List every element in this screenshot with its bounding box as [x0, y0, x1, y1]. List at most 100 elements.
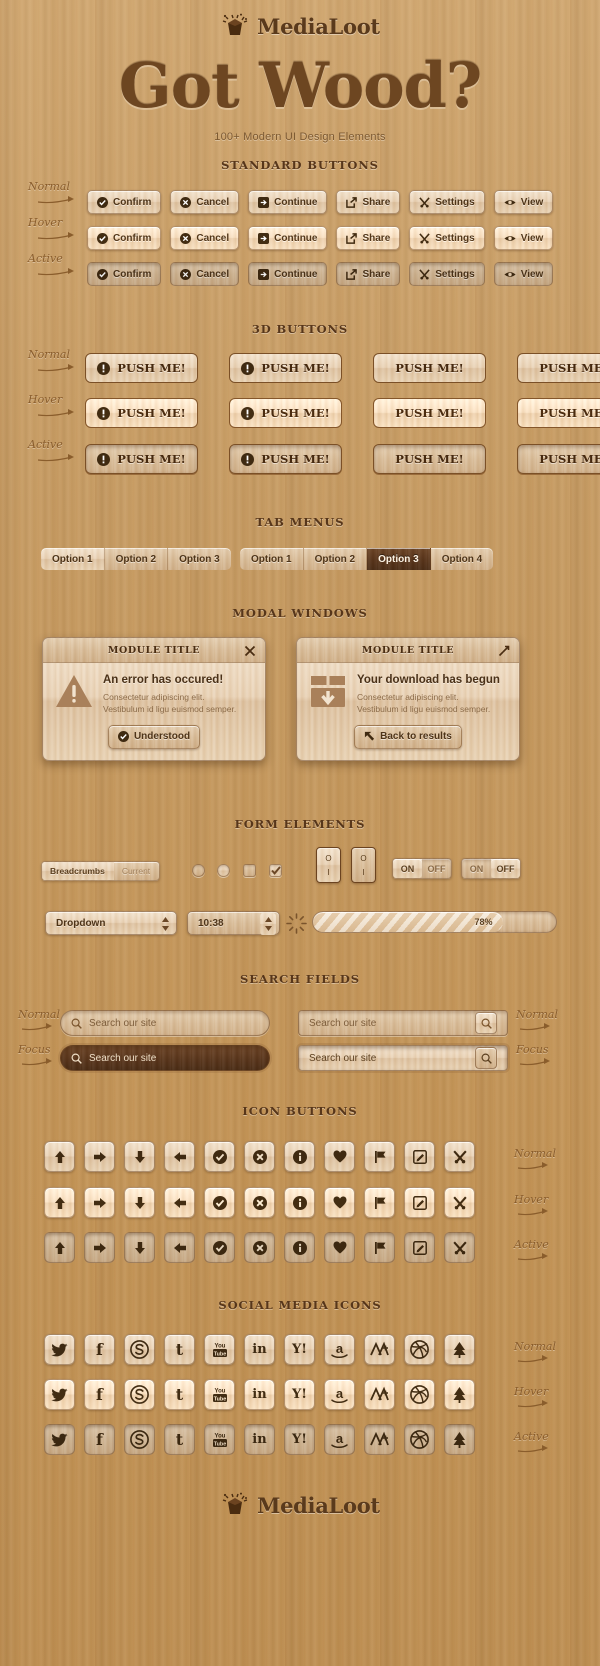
search-button[interactable] [475, 1012, 497, 1034]
social-button-linkedin[interactable]: in [244, 1379, 275, 1410]
push-button[interactable]: PUSH ME! [373, 444, 486, 474]
tab-option-3[interactable]: Option 3 [168, 548, 231, 570]
social-button-youtube[interactable]: You Tube [204, 1334, 235, 1365]
push-button[interactable]: PUSH ME! [373, 398, 486, 428]
button-settings[interactable]: Settings [409, 190, 485, 214]
push-button[interactable]: PUSH ME! [85, 353, 198, 383]
social-button-skype[interactable] [124, 1424, 155, 1455]
breadcrumb-item-first[interactable]: Breadcrumbs [42, 862, 114, 880]
icon-button-flag[interactable] [364, 1187, 395, 1218]
icon-button-info[interactable] [284, 1232, 315, 1263]
icon-button-settings[interactable] [444, 1232, 475, 1263]
button-cancel[interactable]: Cancel [170, 190, 240, 214]
search-button[interactable] [475, 1047, 497, 1069]
tab-option-2[interactable]: Option 2 [304, 548, 368, 570]
button-settings[interactable]: Settings [409, 262, 485, 286]
icon-button-settings[interactable] [444, 1141, 475, 1172]
icon-button-arrow-left[interactable] [164, 1187, 195, 1218]
tab-option-1[interactable]: Option 1 [41, 548, 105, 570]
icon-button-info[interactable] [284, 1187, 315, 1218]
push-button[interactable]: PUSH ME! [229, 353, 342, 383]
icon-button-heart[interactable] [324, 1141, 355, 1172]
push-button[interactable]: PUSH ME! [229, 398, 342, 428]
social-button-twitter[interactable] [44, 1424, 75, 1455]
social-button-amazon[interactable]: a [324, 1379, 355, 1410]
rocker-switch-on[interactable]: O I [316, 847, 341, 883]
social-button-linkedin[interactable]: in [244, 1424, 275, 1455]
tab-option-2[interactable]: Option 2 [105, 548, 169, 570]
button-continue[interactable]: Continue [248, 190, 328, 214]
icon-button-settings[interactable] [444, 1187, 475, 1218]
icon-button-arrow-up[interactable] [44, 1187, 75, 1218]
checkbox-checked[interactable] [269, 864, 282, 877]
rocker-switch-off[interactable]: O I [351, 847, 376, 883]
updown-arrows-icon[interactable] [260, 913, 276, 935]
button-share[interactable]: Share [336, 190, 401, 214]
button-view[interactable]: View [493, 190, 554, 214]
icon-button-arrow-down[interactable] [124, 1232, 155, 1263]
social-button-yahoo[interactable]: Y! [284, 1334, 315, 1365]
toggle-on-selected[interactable]: ON OFF [392, 858, 452, 879]
icon-button-arrow-right[interactable] [84, 1141, 115, 1172]
search-input-focus-pill[interactable]: Search our site [60, 1045, 270, 1071]
push-button[interactable]: PUSH ME! [85, 444, 198, 474]
social-button-tumblr[interactable]: t [164, 1379, 195, 1410]
social-button-addthis[interactable] [364, 1334, 395, 1365]
tab-option-4[interactable]: Option 4 [431, 548, 494, 570]
icon-button-arrow-left[interactable] [164, 1141, 195, 1172]
tab-option-3[interactable]: Option 3 [367, 548, 431, 570]
social-button-facebook[interactable]: f [84, 1334, 115, 1365]
icon-button-cancel[interactable] [244, 1187, 275, 1218]
push-button[interactable]: PUSH ME! [517, 444, 600, 474]
social-button-facebook[interactable]: f [84, 1424, 115, 1455]
icon-button-cancel[interactable] [244, 1232, 275, 1263]
button-continue[interactable]: Continue [248, 226, 328, 250]
push-button[interactable]: PUSH ME! [229, 444, 342, 474]
button-understood[interactable]: Understood [107, 724, 201, 749]
social-button-amazon[interactable]: a [324, 1424, 355, 1455]
social-button-youtube[interactable]: You Tube [204, 1424, 235, 1455]
icon-button-arrow-left[interactable] [164, 1232, 195, 1263]
push-button[interactable]: PUSH ME! [517, 398, 600, 428]
social-button-skype[interactable] [124, 1379, 155, 1410]
icon-button-arrow-down[interactable] [124, 1141, 155, 1172]
toggle-off-selected[interactable]: ON OFF [461, 858, 521, 879]
social-button-addthis[interactable] [364, 1424, 395, 1455]
time-stepper[interactable]: 10:38 [187, 911, 280, 935]
social-button-linkedin[interactable]: in [244, 1334, 275, 1365]
toggle-option-on[interactable]: ON [462, 859, 491, 878]
social-button-facebook[interactable]: f [84, 1379, 115, 1410]
button-settings[interactable]: Settings [409, 226, 485, 250]
icon-button-edit[interactable] [404, 1187, 435, 1218]
button-view[interactable]: View [493, 226, 554, 250]
icon-button-arrow-up[interactable] [44, 1141, 75, 1172]
button-confirm[interactable]: Confirm [87, 190, 162, 214]
social-button-tumblr[interactable]: t [164, 1424, 195, 1455]
social-button-twitter[interactable] [44, 1334, 75, 1365]
dropdown-select[interactable]: Dropdown [45, 911, 177, 935]
social-button-addthis[interactable] [364, 1379, 395, 1410]
social-button-tumblr[interactable]: t [164, 1334, 195, 1365]
toggle-option-on[interactable]: ON [393, 859, 422, 878]
button-share[interactable]: Share [336, 262, 401, 286]
search-input-normal-square[interactable]: Search our site [298, 1010, 508, 1036]
toggle-option-off[interactable]: OFF [491, 859, 520, 878]
social-button-forrst[interactable] [444, 1334, 475, 1365]
push-button[interactable]: PUSH ME! [373, 353, 486, 383]
social-button-amazon[interactable]: a [324, 1334, 355, 1365]
icon-button-heart[interactable] [324, 1232, 355, 1263]
button-share[interactable]: Share [336, 226, 401, 250]
social-button-dribbble[interactable] [404, 1379, 435, 1410]
button-confirm[interactable]: Confirm [87, 262, 162, 286]
search-input-normal-pill[interactable]: Search our site [60, 1010, 270, 1036]
tab-option-1[interactable]: Option 1 [240, 548, 304, 570]
icon-button-arrow-right[interactable] [84, 1187, 115, 1218]
social-button-forrst[interactable] [444, 1424, 475, 1455]
push-button[interactable]: PUSH ME! [85, 398, 198, 428]
button-view[interactable]: View [493, 262, 554, 286]
expand-icon[interactable] [498, 644, 510, 662]
social-button-dribbble[interactable] [404, 1334, 435, 1365]
icon-button-info[interactable] [284, 1141, 315, 1172]
search-input-focus-square[interactable]: Search our site [298, 1045, 508, 1071]
social-button-yahoo[interactable]: Y! [284, 1379, 315, 1410]
